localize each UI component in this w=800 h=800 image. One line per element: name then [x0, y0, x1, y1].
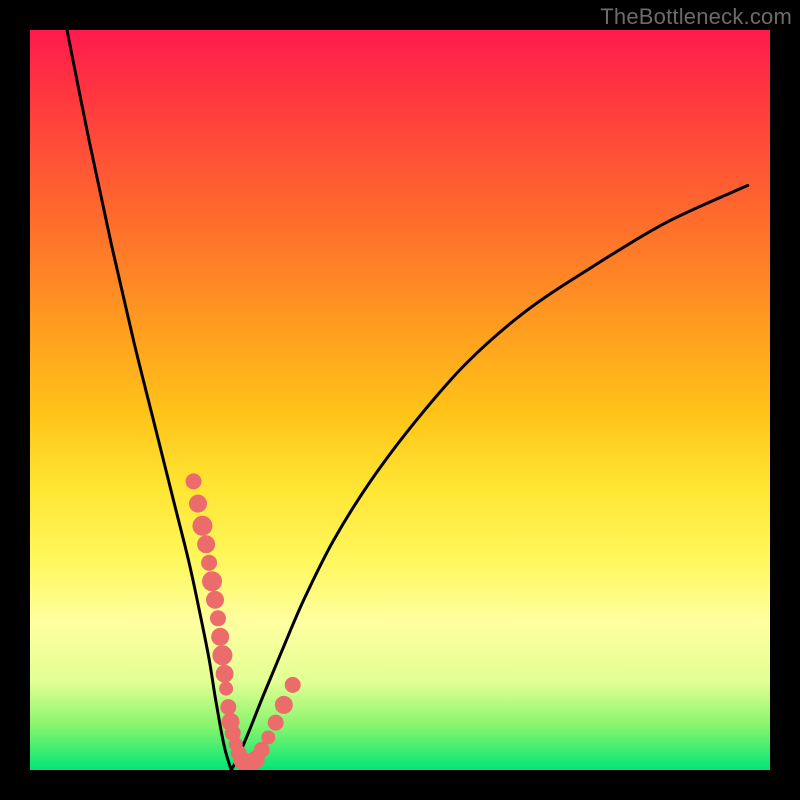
data-dot [212, 645, 232, 665]
plot-area [30, 30, 770, 770]
data-dot [210, 610, 226, 626]
data-dot [211, 628, 229, 646]
chart-frame: TheBottleneck.com [0, 0, 800, 800]
curve-lines [67, 30, 748, 770]
data-dot [189, 495, 207, 513]
data-dot [285, 677, 301, 693]
data-dot [186, 473, 202, 489]
data-dot [275, 696, 293, 714]
curve-right-branch [231, 185, 748, 770]
data-dot [201, 555, 217, 571]
data-dot [220, 699, 236, 715]
data-dot [202, 571, 222, 591]
data-dot [254, 742, 270, 758]
data-dot [197, 535, 215, 553]
curve-left-branch [67, 30, 231, 770]
data-dot [206, 591, 224, 609]
data-dot [192, 516, 212, 536]
chart-svg [30, 30, 770, 770]
data-dot [261, 730, 275, 744]
data-dot [268, 715, 284, 731]
data-dot [219, 682, 233, 696]
watermark-text: TheBottleneck.com [600, 4, 792, 30]
data-dot [216, 665, 234, 683]
